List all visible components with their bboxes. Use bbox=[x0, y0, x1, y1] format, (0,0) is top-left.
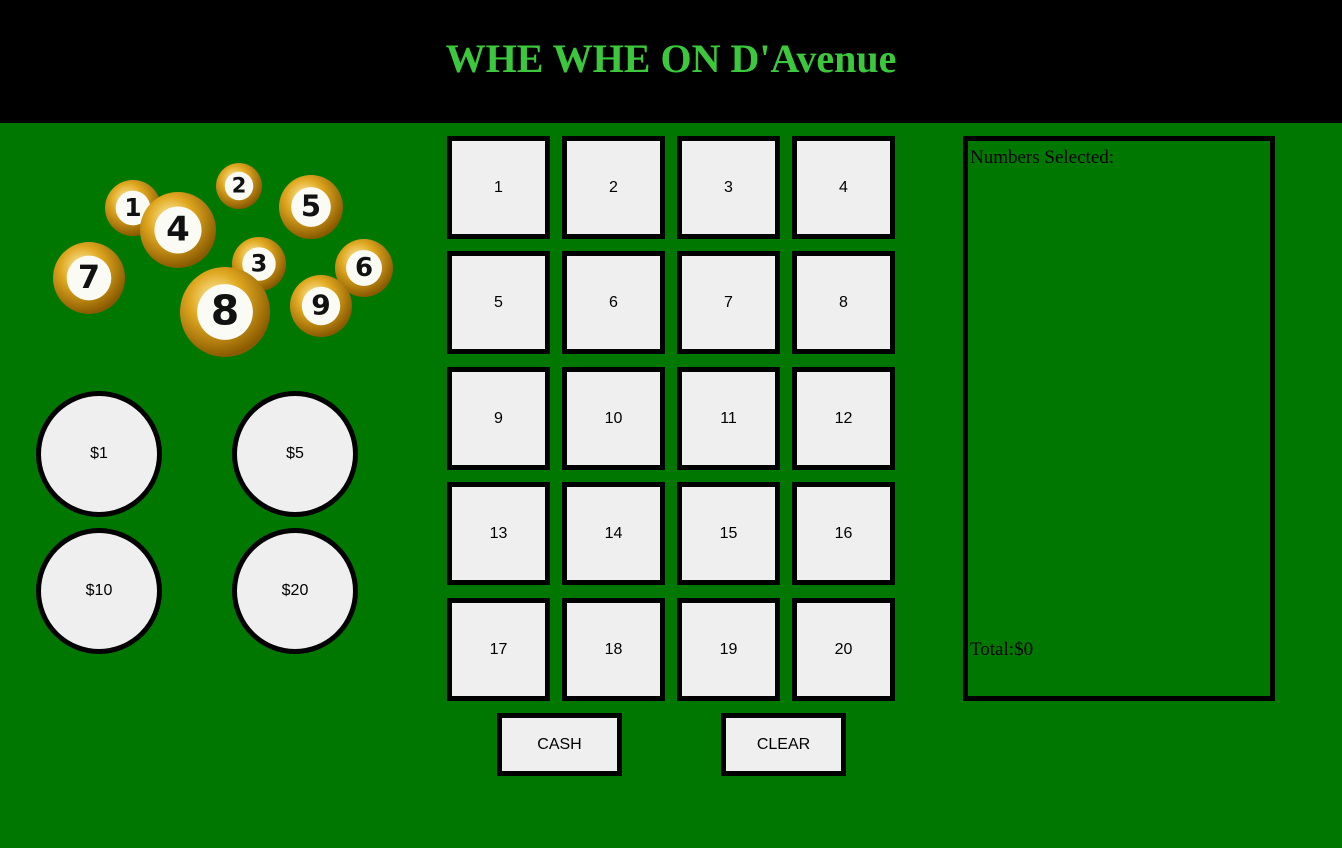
number-button-18[interactable]: 18 bbox=[562, 598, 665, 701]
number-button-7[interactable]: 7 bbox=[677, 251, 780, 354]
number-button-14[interactable]: 14 bbox=[562, 482, 665, 585]
number-button-16[interactable]: 16 bbox=[792, 482, 895, 585]
number-button-1[interactable]: 1 bbox=[447, 136, 550, 239]
number-button-4[interactable]: 4 bbox=[792, 136, 895, 239]
ball-number-1: 1 bbox=[124, 193, 141, 222]
ball-number-7: 7 bbox=[78, 258, 100, 296]
number-button-13[interactable]: 13 bbox=[447, 482, 550, 585]
number-button-17[interactable]: 17 bbox=[447, 598, 550, 701]
clear-button[interactable]: CLEAR bbox=[721, 713, 846, 776]
total-label: Total: bbox=[970, 639, 1015, 660]
ball-number-6: 6 bbox=[355, 253, 373, 283]
chip-5-dollar[interactable]: $5 bbox=[232, 391, 358, 517]
number-button-5[interactable]: 5 bbox=[447, 251, 550, 354]
total-display: Total:$0 bbox=[970, 639, 1033, 661]
lottery-balls-image: 14 2 5 7 3 6 8 9 bbox=[53, 163, 393, 357]
page-title: WHE WHE ON D'Avenue bbox=[445, 36, 897, 81]
number-button-9[interactable]: 9 bbox=[447, 367, 550, 470]
number-button-15[interactable]: 15 bbox=[677, 482, 780, 585]
number-button-11[interactable]: 11 bbox=[677, 367, 780, 470]
cash-button[interactable]: CASH bbox=[497, 713, 622, 776]
number-button-8[interactable]: 8 bbox=[792, 251, 895, 354]
header-bar: WHE WHE ON D'Avenue bbox=[0, 0, 1342, 123]
chip-20-dollar[interactable]: $20 bbox=[232, 528, 358, 654]
number-button-20[interactable]: 20 bbox=[792, 598, 895, 701]
ball-number-2: 2 bbox=[232, 173, 247, 197]
ball-number-4: 4 bbox=[166, 210, 190, 250]
number-button-19[interactable]: 19 bbox=[677, 598, 780, 701]
numbers-selected-heading: Numbers Selected: bbox=[970, 147, 1115, 168]
ball-number-3: 3 bbox=[251, 250, 268, 278]
selection-panel: Numbers Selected: Total:$0 bbox=[963, 136, 1275, 701]
number-button-10[interactable]: 10 bbox=[562, 367, 665, 470]
number-button-6[interactable]: 6 bbox=[562, 251, 665, 354]
number-button-12[interactable]: 12 bbox=[792, 367, 895, 470]
number-button-2[interactable]: 2 bbox=[562, 136, 665, 239]
chip-10-dollar[interactable]: $10 bbox=[36, 528, 162, 654]
ball-number-5: 5 bbox=[301, 189, 321, 223]
ball-number-9: 9 bbox=[311, 289, 330, 322]
ball-number-8: 8 bbox=[211, 287, 240, 335]
chip-1-dollar[interactable]: $1 bbox=[36, 391, 162, 517]
number-button-3[interactable]: 3 bbox=[677, 136, 780, 239]
total-value: $0 bbox=[1014, 639, 1034, 660]
